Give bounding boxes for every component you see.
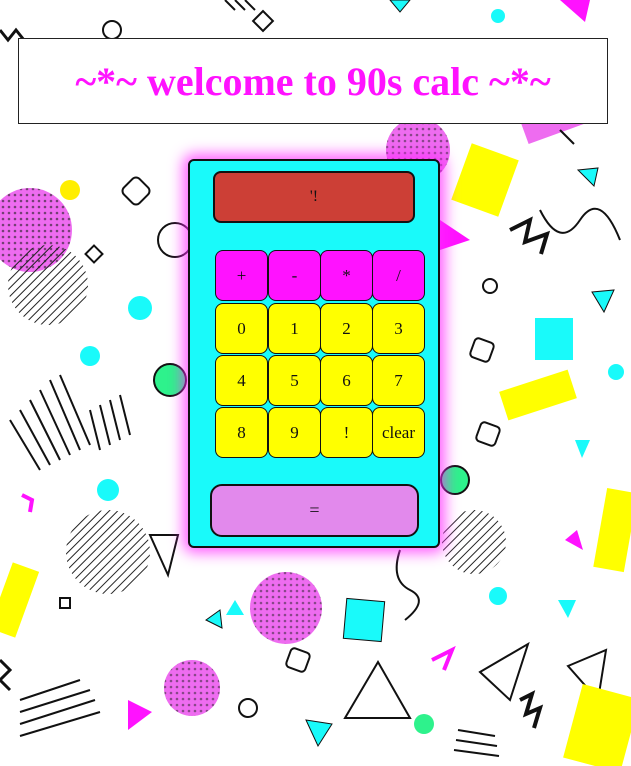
page-title: ~*~ welcome to 90s calc ~*~: [75, 58, 551, 104]
title-banner: ~*~ welcome to 90s calc ~*~: [18, 38, 608, 124]
key-5-button[interactable]: 5: [268, 355, 321, 406]
key-6-button[interactable]: 6: [320, 355, 373, 406]
key-8-button[interactable]: 8: [215, 407, 268, 458]
key-1-button[interactable]: 1: [268, 303, 321, 354]
multiply-button[interactable]: *: [320, 250, 373, 301]
plus-button[interactable]: +: [215, 250, 268, 301]
clear-button[interactable]: clear: [372, 407, 425, 458]
key-4-button[interactable]: 4: [215, 355, 268, 406]
key-7-button[interactable]: 7: [372, 355, 425, 406]
factorial-button[interactable]: !: [320, 407, 373, 458]
key-2-button[interactable]: 2: [320, 303, 373, 354]
calculator: '! + - * / 0 1 2 3 4 5 6 7 8 9 ! clear =: [188, 159, 440, 548]
minus-button[interactable]: -: [268, 250, 321, 301]
calculator-display: '!: [213, 171, 415, 223]
key-9-button[interactable]: 9: [268, 407, 321, 458]
equals-button[interactable]: =: [210, 484, 419, 537]
key-3-button[interactable]: 3: [372, 303, 425, 354]
divide-button[interactable]: /: [372, 250, 425, 301]
key-0-button[interactable]: 0: [215, 303, 268, 354]
